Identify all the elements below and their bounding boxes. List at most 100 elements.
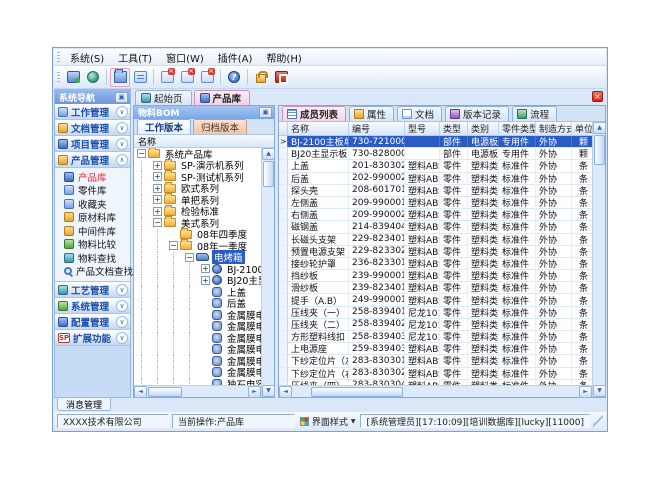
column-header-型号[interactable]: 型号 xyxy=(405,122,440,135)
version-tab-归档版本[interactable]: 归档版本 xyxy=(193,119,247,134)
toolbar-grip[interactable] xyxy=(57,52,60,63)
table-row[interactable]: 上盖201-830302-00X塑料ABS零件塑料类标准件外协条 xyxy=(279,160,592,172)
expand-icon[interactable]: + xyxy=(153,195,162,204)
scroll-down-icon[interactable]: ▼ xyxy=(593,385,606,397)
sidebar-section-项目管理[interactable]: 项目管理∨ xyxy=(55,136,130,152)
close-document-button[interactable] xyxy=(157,68,177,87)
sidebar-section-工作管理[interactable]: 工作管理∨ xyxy=(55,104,130,120)
system-monitor-button[interactable] xyxy=(63,68,83,87)
table-row[interactable]: 上电源座259-839403-00X塑料ABS零件塑料类标准件外协条 xyxy=(279,343,592,355)
scroll-down-icon[interactable]: ▼ xyxy=(262,385,275,397)
tree-node[interactable]: 独石电容器 xyxy=(134,378,261,385)
sidebar-section-产品管理[interactable]: 产品管理∧ xyxy=(55,152,130,168)
globe-button[interactable] xyxy=(83,68,103,87)
table-vertical-scrollbar[interactable]: ▲ ▼ xyxy=(592,122,605,397)
menu-item[interactable]: 帮助(H) xyxy=(259,49,308,66)
table-row[interactable]: 下纱定位片（右）283-830302-00X塑料ABS零件塑料类标准件外协条 xyxy=(279,368,592,380)
table-row[interactable]: 接纱轮护罩236-823301-00X塑料ABS零件塑料类标准件外协条 xyxy=(279,258,592,270)
sidebar-item-产品库[interactable]: 产品库 xyxy=(55,170,130,184)
table-tab-文档[interactable]: 文档 xyxy=(397,106,442,121)
table-row[interactable]: 左侧盖209-990001-01X塑料ABS零件塑料类标准件外协条 xyxy=(279,197,592,209)
doc-tab-产品库[interactable]: 产品库 xyxy=(194,90,251,105)
table-tab-版本记录[interactable]: 版本记录 xyxy=(445,106,509,121)
open-folder-button[interactable] xyxy=(110,68,130,87)
table-row[interactable]: 磁钢盖214-839404-01X塑料ABS零件塑料类标准件外协条 xyxy=(279,221,592,233)
table-row[interactable]: >BJ-2100主板单点730-721000-12X部件电源板专用件外协颗 xyxy=(279,136,592,148)
sidebar-item-零件库[interactable]: 零件库 xyxy=(55,184,130,198)
scroll-up-icon[interactable]: ▲ xyxy=(262,148,275,160)
menu-item[interactable]: 工具(T) xyxy=(111,49,159,66)
table-row[interactable]: 压线夹（一）258-839401-00X尼龙1010零件塑料类标准件外协条 xyxy=(279,307,592,319)
sidebar-section-文档管理[interactable]: 文档管理∨ xyxy=(55,120,130,136)
chevron-down-icon[interactable]: ∨ xyxy=(116,316,128,328)
refresh-document-button[interactable] xyxy=(177,68,197,87)
expand-icon[interactable]: + xyxy=(201,264,210,273)
expand-icon[interactable]: + xyxy=(153,161,162,170)
expand-icon[interactable]: + xyxy=(153,172,162,181)
column-header-零件类型[interactable]: 零件类型 xyxy=(499,122,536,135)
tree-pin-icon[interactable]: ▣ xyxy=(259,107,272,118)
table-horizontal-scrollbar[interactable]: ◄ ► xyxy=(279,385,592,397)
collapse-icon[interactable]: − xyxy=(137,149,146,158)
column-header-制造方式[interactable]: 制造方式 xyxy=(536,122,572,135)
version-tab-工作版本[interactable]: 工作版本 xyxy=(137,119,191,134)
expand-icon[interactable]: + xyxy=(153,207,162,216)
tree-column-header[interactable]: 名称 xyxy=(134,135,274,148)
scrollbar-thumb[interactable] xyxy=(311,387,403,397)
table-tab-流程[interactable]: 流程 xyxy=(512,106,557,121)
table-row[interactable]: 右侧盖209-990002-01X塑料ABS零件塑料类标准件外协条 xyxy=(279,209,592,221)
scroll-right-icon[interactable]: ► xyxy=(579,386,592,398)
sidebar-item-物料比较[interactable]: 物料比较 xyxy=(55,238,130,252)
sidebar-item-中间件库[interactable]: 中间件库 xyxy=(55,224,130,238)
sidebar-item-产品文档查找[interactable]: 产品文档查找 xyxy=(55,265,130,279)
window-layout-button[interactable] xyxy=(130,68,150,87)
scroll-right-icon[interactable]: ► xyxy=(248,386,261,398)
menu-item[interactable]: 系统(S) xyxy=(63,49,111,66)
scroll-left-icon[interactable]: ◄ xyxy=(134,386,147,398)
sidebar-pin-icon[interactable]: ▣ xyxy=(115,92,128,103)
table-row[interactable]: 滑纱板239-823401-00X塑料ABS零件塑料类标准件外协条 xyxy=(279,282,592,294)
message-manager-tab[interactable]: 消息管理 xyxy=(57,398,111,411)
chevron-down-icon[interactable]: ∨ xyxy=(116,122,128,134)
exit-button[interactable] xyxy=(271,68,291,87)
scroll-up-icon[interactable]: ▲ xyxy=(593,122,606,134)
lock-button[interactable] xyxy=(251,68,271,87)
collapse-icon[interactable]: − xyxy=(169,241,178,250)
collapse-icon[interactable]: − xyxy=(185,253,194,262)
help-button[interactable] xyxy=(224,68,244,87)
table-tab-成员列表[interactable]: 成员列表 xyxy=(282,106,346,121)
table-row[interactable]: 探头壳208-601701-01X塑料ABS零件塑料类标准件外协条 xyxy=(279,185,592,197)
scroll-left-icon[interactable]: ◄ xyxy=(279,386,292,398)
chevron-down-icon[interactable]: ∨ xyxy=(116,106,128,118)
table-row[interactable]: 长磁头支架229-823401-00X塑料ABS零件塑料类标准件外协条 xyxy=(279,234,592,246)
expand-icon[interactable]: + xyxy=(201,276,210,285)
chevron-down-icon[interactable]: ∨ xyxy=(116,300,128,312)
column-header-名称[interactable]: 名称 xyxy=(288,122,349,135)
chevron-down-icon[interactable]: ∨ xyxy=(116,284,128,296)
tree-vertical-scrollbar[interactable]: ▲ ▼ xyxy=(261,148,274,397)
menu-item[interactable]: 窗口(W) xyxy=(159,49,211,66)
sidebar-section-工艺管理[interactable]: 工艺管理∨ xyxy=(55,282,130,298)
chevron-down-icon[interactable]: ∨ xyxy=(116,332,128,344)
collapse-icon[interactable]: − xyxy=(153,218,162,227)
scrollbar-thumb[interactable] xyxy=(148,387,182,397)
chevron-up-icon[interactable]: ∧ xyxy=(116,154,128,166)
table-row[interactable]: 挡纱板239-990001-01X塑料ABS零件塑料类标准件外协条 xyxy=(279,270,592,282)
sidebar-item-收藏夹[interactable]: 收藏夹 xyxy=(55,197,130,211)
column-header-编号[interactable]: 编号 xyxy=(349,122,405,135)
sidebar-section-扩展功能[interactable]: SP扩展功能∨ xyxy=(55,330,130,346)
scrollbar-thumb[interactable] xyxy=(594,135,605,165)
column-header-类型[interactable]: 类型 xyxy=(440,122,468,135)
scrollbar-thumb[interactable] xyxy=(263,161,274,187)
table-row[interactable]: 提手（A.B）249-990001-01X塑料ABS零件塑料类标准件外协条 xyxy=(279,294,592,306)
doc-tab-起始页[interactable]: 起始页 xyxy=(135,90,192,105)
sidebar-section-系统管理[interactable]: 系统管理∨ xyxy=(55,298,130,314)
sidebar-item-原材料库[interactable]: 原材料库 xyxy=(55,211,130,225)
menu-item[interactable]: 插件(A) xyxy=(211,49,260,66)
table-row[interactable]: 压线夹（二）258-839402-00X尼龙1010零件塑料类标准件外协条 xyxy=(279,319,592,331)
table-row[interactable]: 后盖202-990002-01X塑料ABS零件塑料类标准件外协条 xyxy=(279,173,592,185)
new-document-button[interactable] xyxy=(197,68,217,87)
sidebar-section-配置管理[interactable]: 配置管理∨ xyxy=(55,314,130,330)
table-row[interactable]: BJ20主显示板730-828000-04X部件电源板专用件外协颗 xyxy=(279,148,592,160)
table-tab-属性[interactable]: 属性 xyxy=(349,106,394,121)
